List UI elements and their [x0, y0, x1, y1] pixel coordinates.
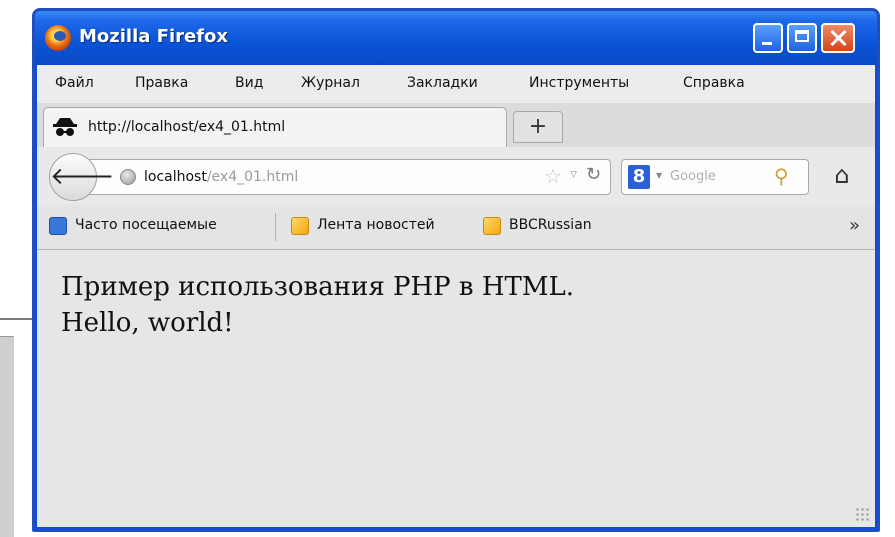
bookmark-news-feed[interactable]: Лента новостей	[317, 217, 435, 233]
bookmark-bbcrussian[interactable]: BBCRussian	[509, 217, 592, 233]
content-line-2: Hello, world!	[61, 308, 234, 338]
title-bar[interactable]: Mozilla Firefox	[35, 11, 877, 65]
tab-active[interactable]: http://localhost/ex4_01.html	[43, 107, 507, 147]
search-bar[interactable]: 8 ▾ Google ⚲	[621, 159, 809, 195]
site-identity-icon[interactable]	[120, 169, 136, 185]
background-panel	[0, 336, 14, 537]
back-arrow-icon: 🡐	[50, 162, 115, 190]
maximize-button[interactable]	[787, 23, 817, 53]
url-path: /ex4_01.html	[206, 169, 299, 185]
bookmarks-overflow-chevron[interactable]: »	[849, 215, 860, 236]
rss-icon	[483, 217, 501, 235]
incognito-icon	[53, 118, 77, 136]
menu-bar: Файл Правка Вид Журнал Закладки Инструме…	[37, 65, 875, 103]
google-icon[interactable]: 8	[628, 165, 650, 189]
tab-title: http://localhost/ex4_01.html	[88, 119, 286, 135]
page-content: Пример использования PHP в HTML. Hello, …	[37, 250, 875, 527]
new-tab-button[interactable]: +	[513, 111, 563, 143]
bookmark-most-visited[interactable]: Часто посещаемые	[75, 217, 217, 233]
menu-view[interactable]: Вид	[235, 75, 263, 91]
menu-help[interactable]: Справка	[683, 75, 745, 91]
url-dropdown-icon[interactable]: ▿	[570, 166, 577, 182]
bookmark-star-icon[interactable]: ☆	[544, 164, 562, 188]
bookmarks-toolbar: Часто посещаемые Лента новостей BBCRussi…	[37, 205, 875, 250]
bookmarks-separator	[275, 213, 276, 241]
browser-client: Файл Правка Вид Журнал Закладки Инструме…	[37, 65, 875, 527]
menu-tools[interactable]: Инструменты	[529, 75, 629, 91]
back-button[interactable]: 🡐	[49, 153, 114, 201]
search-magnifier-icon[interactable]: ⚲	[774, 164, 789, 188]
minimize-button[interactable]	[753, 23, 783, 53]
tab-strip: http://localhost/ex4_01.html +	[37, 103, 875, 148]
reload-icon[interactable]: ↻	[586, 164, 601, 185]
url-text: localhost/ex4_01.html	[144, 169, 298, 185]
menu-bookmarks[interactable]: Закладки	[407, 75, 478, 91]
search-placeholder: Google	[670, 169, 716, 184]
menu-edit[interactable]: Правка	[135, 75, 188, 91]
resize-grip-icon[interactable]	[855, 507, 869, 521]
menu-file[interactable]: Файл	[55, 75, 94, 91]
most-visited-icon	[49, 217, 67, 235]
rss-icon	[291, 217, 309, 235]
window-title: Mozilla Firefox	[79, 26, 229, 47]
content-line-1: Пример использования PHP в HTML.	[61, 272, 575, 302]
url-host: localhost	[144, 169, 207, 185]
menu-history[interactable]: Журнал	[301, 75, 360, 91]
browser-window: Mozilla Firefox Файл Правка Вид Журнал З…	[32, 8, 880, 532]
close-button[interactable]	[821, 23, 855, 53]
url-bar[interactable]: localhost/ex4_01.html ☆ ▿ ↻	[89, 159, 611, 195]
home-icon[interactable]: ⌂	[827, 161, 857, 191]
firefox-icon	[45, 25, 71, 51]
search-engine-dropdown-icon[interactable]: ▾	[656, 168, 662, 182]
navigation-bar: localhost/ex4_01.html ☆ ▿ ↻ 🡐 8 ▾ Google…	[37, 147, 875, 205]
